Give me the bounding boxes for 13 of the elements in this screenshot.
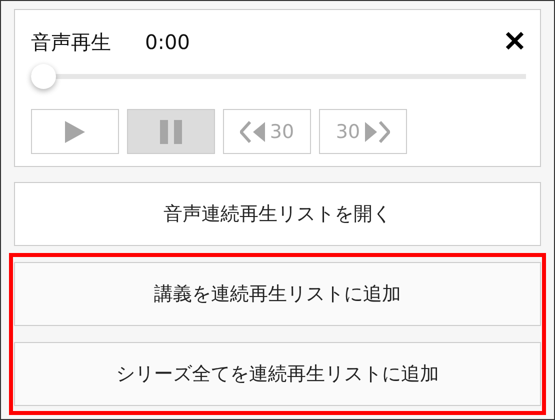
player-title: 音声再生 [31,28,111,56]
add-to-playlist-button[interactable]: 講義を連続再生リストに追加 [14,262,541,326]
slider-thumb[interactable] [31,64,56,89]
time-display: 0:00 [145,30,190,54]
rewind-icon [240,120,266,142]
play-icon [64,120,86,144]
pause-icon [158,120,184,144]
play-button[interactable] [31,109,119,154]
close-button[interactable]: ✕ [503,28,526,56]
open-playlist-button[interactable]: 音声連続再生リストを開く [14,182,541,246]
add-to-playlist-button[interactable]: シリーズ全てを連続再生リストに追加 [14,342,541,406]
fast-forward-icon [364,120,390,142]
pause-button[interactable] [127,109,215,154]
